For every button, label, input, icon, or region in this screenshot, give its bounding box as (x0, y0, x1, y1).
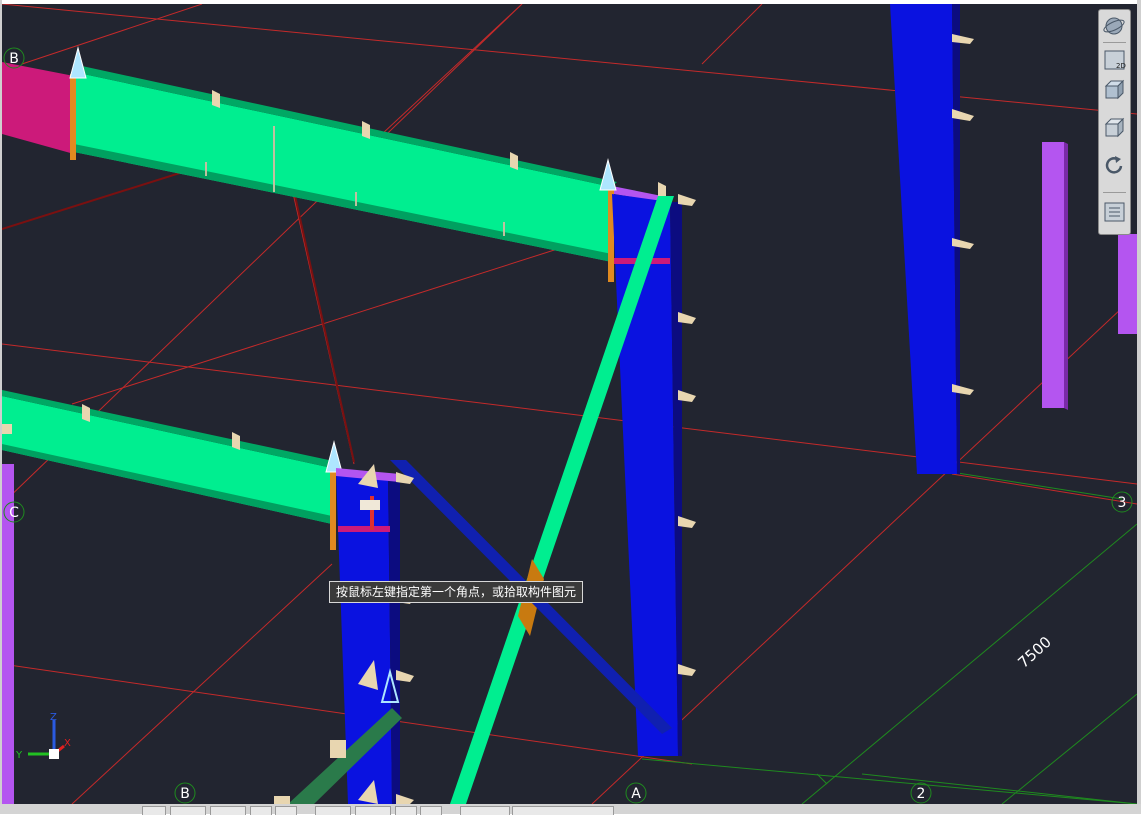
dimension-label: 7500 (1014, 633, 1054, 672)
svg-text:2D: 2D (1116, 62, 1126, 70)
axis-bubble-partial-top: B (3, 47, 25, 69)
connection-plate-2 (274, 796, 290, 804)
svg-text:Y: Y (15, 750, 23, 761)
svg-text:3: 3 (1118, 495, 1127, 511)
green-grid-lines (641, 468, 1137, 804)
ucs-axis-icon: Z Y X (15, 712, 71, 761)
axis-bubble-a: A (625, 782, 647, 804)
svg-text:X: X (64, 738, 71, 749)
orbit-icon[interactable] (1102, 14, 1127, 38)
box-view-icon[interactable] (1102, 116, 1127, 140)
svg-text:B: B (9, 51, 19, 67)
3d-box-view-icon[interactable] (1102, 78, 1127, 102)
properties-panel-icon[interactable] (1102, 200, 1127, 224)
rafter-lower (2, 390, 343, 550)
column-a (612, 194, 696, 756)
model-viewport[interactable]: B A 2 3 B C 7500 按鼠标左键指定第一个角点，或拾取构件图元 Z … (2, 4, 1137, 804)
svg-text:B: B (180, 786, 190, 802)
status-bar (0, 804, 1141, 815)
connection-plate (330, 740, 346, 758)
2d-view-icon[interactable]: 2D (1102, 48, 1127, 72)
axis-bubble-b: B (174, 782, 196, 804)
command-tooltip: 按鼠标左键指定第一个角点，或拾取构件图元 (329, 581, 584, 603)
structure-3d-scene[interactable]: B A 2 3 B C 7500 (2, 4, 1137, 804)
svg-text:Z: Z (50, 712, 57, 723)
svg-text:A: A (631, 786, 641, 802)
column-far (890, 4, 974, 474)
rotate-view-icon[interactable] (1102, 154, 1127, 178)
rafter-upper (2, 46, 666, 282)
svg-text:2: 2 (917, 786, 926, 802)
svg-text:C: C (9, 505, 19, 521)
view-toolbar: 2D (1098, 9, 1131, 235)
axis-bubble-2: 2 (910, 782, 932, 804)
axis-bubble-3: 3 (1111, 491, 1133, 513)
